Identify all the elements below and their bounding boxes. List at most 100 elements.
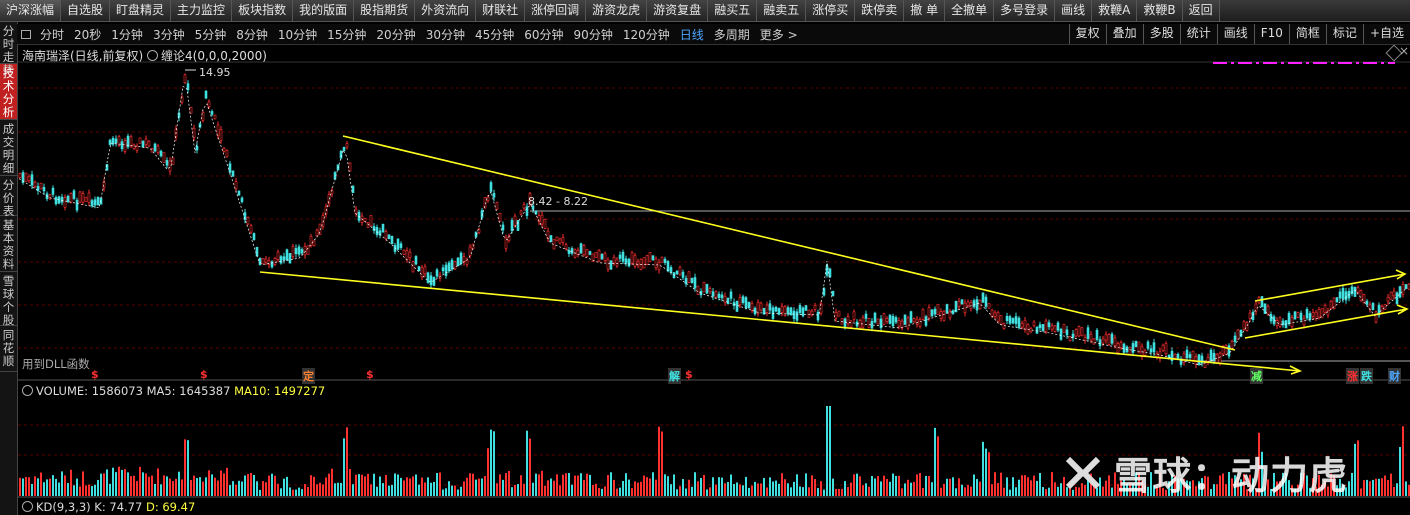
candle — [579, 243, 583, 254]
candle — [423, 266, 427, 275]
indicator-label[interactable]: 缠论4(0,0,0,2000) — [147, 47, 267, 64]
volume-bar — [394, 473, 396, 496]
event-marker[interactable]: 减 — [1250, 368, 1263, 384]
event-marker[interactable]: 财 — [1388, 368, 1401, 384]
volume-bar — [232, 481, 234, 496]
volume-bar — [721, 477, 723, 496]
volume-bar — [1402, 426, 1404, 496]
volume-bar — [757, 483, 759, 496]
candle — [1143, 350, 1147, 356]
volume-bar — [70, 469, 72, 496]
candle — [141, 140, 145, 148]
volume-bar — [439, 472, 441, 496]
candle — [1014, 316, 1018, 324]
volume-bar — [76, 478, 78, 496]
volume-bar — [814, 479, 816, 496]
candle — [291, 246, 295, 257]
watermark: 雪球：动力虎 — [1060, 445, 1348, 500]
event-marker[interactable]: 定 — [302, 368, 315, 384]
candle — [1293, 311, 1297, 320]
candle — [93, 199, 97, 206]
candle — [1344, 291, 1348, 301]
volume-bar — [541, 470, 543, 496]
candle — [693, 277, 697, 289]
candle — [444, 264, 448, 276]
volume-bar — [349, 469, 351, 496]
candle — [1278, 317, 1282, 327]
candle — [525, 206, 529, 216]
kd-legend[interactable]: KD(9,3,3) K: 74.77 D: 69.47 — [22, 500, 195, 514]
volume-bar — [577, 475, 579, 496]
candle — [696, 285, 700, 295]
candle — [1395, 292, 1399, 304]
candle — [1005, 316, 1009, 322]
volume-bar — [961, 484, 963, 496]
volume-settings-icon[interactable] — [22, 385, 33, 396]
volume-legend[interactable]: VOLUME: 1586073 MA5: 1645387 MA10: 14972… — [22, 384, 325, 398]
candle — [987, 303, 991, 309]
candle — [654, 258, 658, 269]
candle — [561, 236, 565, 243]
volume-bar — [1009, 489, 1011, 496]
candle — [150, 148, 154, 153]
candle — [807, 309, 811, 318]
event-marker[interactable]: 解 — [668, 368, 681, 384]
volume-bar — [601, 488, 603, 496]
candle — [903, 314, 907, 325]
volume-bar — [529, 438, 531, 496]
volume-bar — [562, 474, 564, 496]
volume-bar — [175, 478, 177, 496]
event-marker[interactable]: $ — [200, 368, 208, 381]
volume-bar — [289, 487, 291, 496]
volume-bar — [733, 484, 735, 496]
candle — [363, 217, 367, 222]
volume-bar — [379, 476, 381, 496]
volume-bar — [883, 475, 885, 496]
kd-settings-icon[interactable] — [22, 501, 33, 512]
candlestick-chart[interactable]: 14.95 8.42 - 8.22 — [0, 0, 1410, 515]
volume-bar — [469, 473, 471, 496]
event-marker[interactable]: $ — [91, 368, 99, 381]
candle — [75, 199, 79, 211]
candle — [789, 307, 793, 316]
candle — [501, 224, 505, 231]
volume-bar — [631, 488, 633, 496]
volume-bar — [517, 484, 519, 496]
candle — [975, 299, 979, 311]
volume-bar — [1036, 480, 1038, 496]
candle — [648, 252, 652, 262]
volume-bar — [298, 487, 300, 496]
event-marker[interactable]: $ — [685, 368, 693, 381]
volume-bar — [913, 481, 915, 496]
volume-bar — [178, 471, 180, 496]
candle — [408, 252, 412, 258]
candle — [1098, 339, 1102, 347]
candle — [120, 141, 124, 150]
event-marker[interactable]: $ — [366, 368, 374, 381]
close-icon[interactable]: × — [1399, 44, 1409, 58]
candle — [273, 258, 277, 265]
volume-bar — [1024, 475, 1026, 496]
event-marker[interactable]: 涨 — [1346, 368, 1359, 384]
volume-bar — [928, 476, 930, 496]
candle — [861, 317, 865, 328]
event-marker[interactable]: 跌 — [1360, 368, 1373, 384]
volume-bar — [667, 476, 669, 496]
volume-bar — [478, 478, 480, 496]
volume-bar — [901, 488, 903, 496]
volume-bar — [835, 488, 837, 496]
candle — [432, 277, 436, 286]
volume-bar — [88, 484, 90, 496]
candle — [1197, 354, 1201, 366]
candle — [258, 258, 262, 265]
volume-bar — [100, 473, 102, 496]
volume-bar — [874, 478, 876, 496]
indicator-settings-icon[interactable] — [147, 50, 158, 61]
candle — [405, 250, 409, 260]
volume-bar — [52, 475, 54, 496]
volume-bar — [397, 474, 399, 496]
volume-bar — [949, 478, 951, 496]
candle — [750, 303, 754, 311]
volume-bar — [475, 479, 477, 496]
volume-bar — [676, 489, 678, 496]
